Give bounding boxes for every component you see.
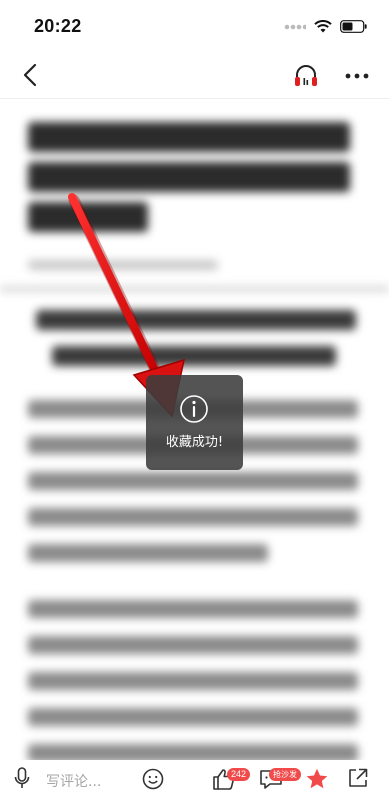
comment-input[interactable]: 写评论... xyxy=(46,771,101,791)
headphone-icon[interactable] xyxy=(292,62,320,90)
toast-bookmark-success: 收藏成功! xyxy=(146,375,243,470)
microphone-icon[interactable] xyxy=(12,766,32,792)
info-icon xyxy=(180,395,208,423)
share-icon[interactable] xyxy=(347,767,369,789)
battery-icon xyxy=(340,20,367,33)
emoji-icon[interactable] xyxy=(142,768,164,790)
status-icons xyxy=(284,20,367,33)
star-icon[interactable] xyxy=(305,767,329,791)
nav-bar xyxy=(0,52,389,99)
toast-message: 收藏成功! xyxy=(165,435,224,450)
status-bar: 20:22 xyxy=(0,0,389,44)
screen: 20:22 收藏成功! 写评论... 242 抢沙发 xyxy=(0,0,389,800)
status-time: 20:22 xyxy=(34,16,82,36)
like-count-badge: 242 xyxy=(227,768,251,781)
comment-badge: 抢沙发 xyxy=(269,768,301,781)
more-dots-icon[interactable] xyxy=(344,66,370,86)
wifi-icon xyxy=(314,20,332,33)
signal-icon xyxy=(284,24,306,29)
bottom-action-bar: 写评论... 242 抢沙发 xyxy=(0,760,389,800)
back-chevron-icon[interactable] xyxy=(18,62,44,88)
